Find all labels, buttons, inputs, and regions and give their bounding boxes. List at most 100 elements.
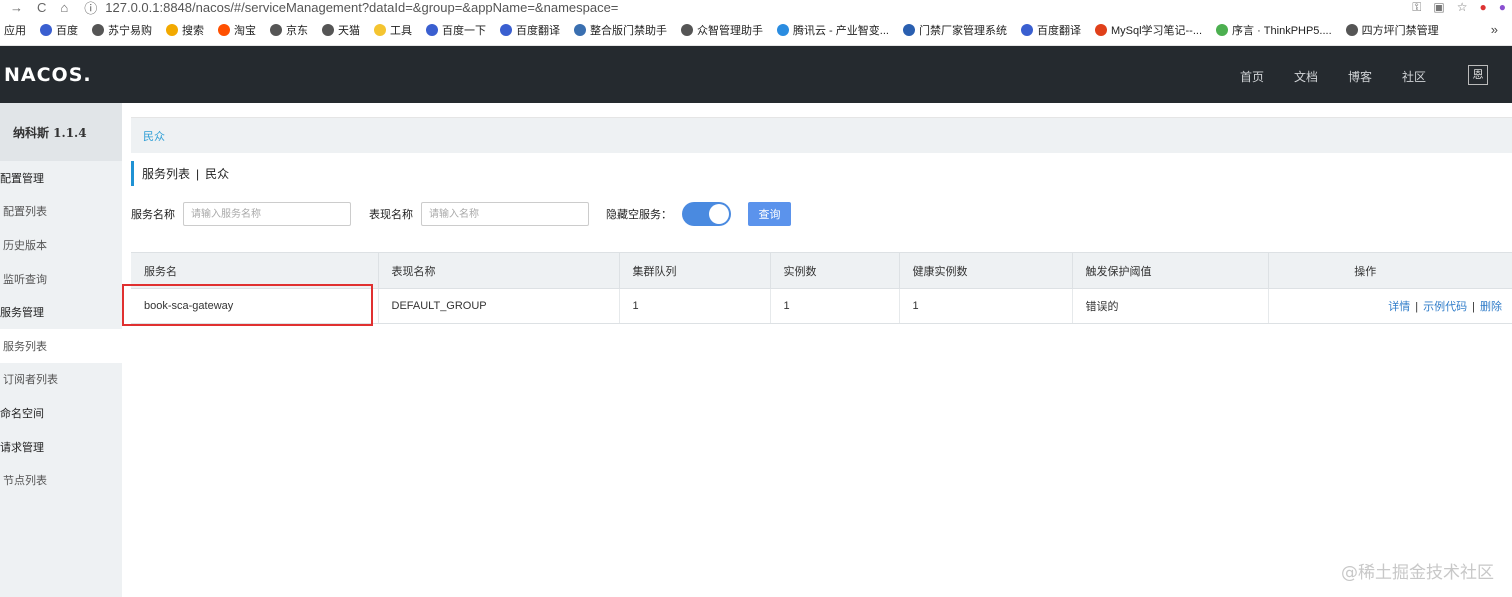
browser-toolbar-icons: ⚿ ▣ ☆ ● ● xyxy=(1412,0,1506,15)
sidebar-item[interactable]: 历史版本 xyxy=(0,228,122,262)
bookmark-icon xyxy=(166,24,178,36)
back-arrow-icon[interactable]: → xyxy=(10,0,23,15)
bookmark-icon xyxy=(574,24,586,36)
column-header: 操作 xyxy=(1268,252,1512,289)
sidebar-item[interactable]: 服务列表 xyxy=(0,328,122,363)
page-title-namespace: 民众 xyxy=(205,167,230,181)
bookmark-label: 苏宁易购 xyxy=(108,25,152,37)
namespace-link[interactable]: 民众 xyxy=(143,128,165,144)
column-header: 健康实例数 xyxy=(899,252,1073,289)
operations-cell: 详情 | 示例代码 | 删除 xyxy=(1268,288,1512,324)
nav-docs[interactable]: 文档 xyxy=(1294,68,1318,85)
sidebar-item[interactable]: 监听查询 xyxy=(0,262,122,296)
group-name-input[interactable] xyxy=(421,202,589,226)
bookmark-item[interactable]: 搜索 xyxy=(166,22,204,38)
bookmark-icon xyxy=(1020,24,1033,36)
page-title-text: 服务列表 xyxy=(142,167,191,181)
bookmark-label: 淘宝 xyxy=(234,25,256,37)
extension-icon[interactable]: ● xyxy=(1480,0,1487,15)
bookmark-item[interactable]: 百度 xyxy=(40,22,78,38)
bookmark-icon xyxy=(1094,24,1107,36)
bookmark-label: 京东 xyxy=(286,25,308,37)
page-title-separator: | xyxy=(196,166,200,181)
bookmark-item[interactable]: 应用 xyxy=(4,22,26,38)
bookmark-label: 腾讯云 - 产业智变... xyxy=(793,25,889,37)
nav-community[interactable]: 社区 xyxy=(1402,68,1426,85)
bookmark-icon xyxy=(374,24,386,36)
bookmark-item[interactable]: 工具 xyxy=(374,22,412,38)
bookmark-item[interactable]: 天猫 xyxy=(322,22,360,38)
bookmark-label: 百度一下 xyxy=(442,25,486,37)
nacos-logo[interactable]: NACOS. xyxy=(4,64,92,86)
group-cell: DEFAULT_GROUP xyxy=(378,288,620,324)
cluster-count-cell: 1 xyxy=(619,288,771,324)
instance-count-cell: 1 xyxy=(770,288,900,324)
bookmark-item[interactable]: 腾讯云 - 产业智变... xyxy=(777,22,889,38)
toggle-knob xyxy=(709,204,729,224)
translate-icon[interactable]: ▣ xyxy=(1433,0,1444,15)
query-button[interactable]: 查询 xyxy=(748,202,791,226)
threshold-cell: 错误的 xyxy=(1072,288,1269,324)
bookmark-icon xyxy=(902,24,915,36)
bookmark-item[interactable]: 百度翻译 xyxy=(500,22,560,38)
bookmark-icon xyxy=(40,24,52,36)
bookmark-item[interactable]: 四方坪门禁管理 xyxy=(1345,22,1439,38)
column-header: 集群队列 xyxy=(619,252,771,289)
sidebar-item[interactable]: 请求管理 xyxy=(0,430,122,464)
bookmarks-more-icon[interactable]: » xyxy=(1491,22,1498,37)
url-field[interactable]: ⓘ 127.0.0.1:8848/nacos/#/serviceManageme… xyxy=(84,0,618,15)
bookmark-item[interactable]: 苏宁易购 xyxy=(92,22,152,38)
bookmark-label: 百度 xyxy=(56,25,78,37)
bookmark-label: 百度翻译 xyxy=(516,25,560,37)
bookmark-item[interactable]: 序言 · ThinkPHP5.... xyxy=(1216,22,1332,38)
namespace-bar: 民众 xyxy=(131,117,1512,153)
sidebar-item[interactable]: 订阅者列表 xyxy=(0,363,122,397)
sidebar-item[interactable]: 配置管理 xyxy=(0,161,122,195)
hide-empty-toggle[interactable] xyxy=(682,202,731,226)
bookmark-label: 搜索 xyxy=(182,25,204,37)
sidebar-item[interactable]: 命名空间 xyxy=(0,396,122,430)
bookmark-item[interactable]: 众智管理助手 xyxy=(681,22,763,38)
bookmarks-bar: 应用 百度 苏宁易购 搜索 淘宝 京东 天猫 工具 百度一下 百度翻译 整合版门禁助手 众智管理助手 腾… xyxy=(0,15,1512,46)
bookmark-label: 应用 xyxy=(4,25,26,37)
delete-link[interactable]: 删除 xyxy=(1480,301,1502,313)
column-header: 触发保护阈值 xyxy=(1072,252,1269,289)
service-name-label: 服务名称 xyxy=(131,209,175,221)
sidebar-item[interactable]: 配置列表 xyxy=(0,195,122,229)
nav-blog[interactable]: 博客 xyxy=(1348,68,1372,85)
group-name-label: 表现名称 xyxy=(369,209,413,221)
bookmark-item[interactable]: 门禁厂家管理系统 xyxy=(902,22,1007,38)
bookmark-label: 四方坪门禁管理 xyxy=(1361,25,1439,37)
extension-icon[interactable]: ● xyxy=(1499,0,1506,15)
bookmark-item[interactable]: 京东 xyxy=(270,22,308,38)
bookmark-icon xyxy=(92,24,104,36)
bookmark-item[interactable]: 百度翻译 xyxy=(1020,22,1081,38)
details-link[interactable]: 详情 xyxy=(1388,301,1410,313)
bookmark-label: 门禁厂家管理系统 xyxy=(918,25,1007,37)
column-header: 表现名称 xyxy=(378,252,620,289)
sidebar-item[interactable]: 服务管理 xyxy=(0,295,122,329)
sample-code-link[interactable]: 示例代码 xyxy=(1423,301,1467,313)
language-toggle-button[interactable]: 恩 xyxy=(1468,65,1488,85)
healthy-count-cell: 1 xyxy=(899,288,1073,324)
bookmark-item[interactable]: 整合版门禁助手 xyxy=(574,22,667,38)
sidebar-item[interactable]: 节点列表 xyxy=(0,463,122,497)
key-icon[interactable]: ⚿ xyxy=(1412,0,1421,15)
bookmark-item[interactable]: 淘宝 xyxy=(218,22,256,38)
nav-home[interactable]: 首页 xyxy=(1240,68,1264,85)
info-icon[interactable]: ⓘ xyxy=(84,0,97,15)
bookmark-icon xyxy=(426,24,438,36)
star-icon[interactable]: ☆ xyxy=(1457,0,1468,15)
bookmark-item[interactable]: MySql学习笔记--... xyxy=(1094,22,1202,38)
browser-nav: → C ⌂ xyxy=(0,0,68,15)
service-name-input[interactable] xyxy=(183,202,351,226)
bookmark-icon xyxy=(777,24,789,36)
bookmark-icon xyxy=(1216,24,1229,36)
bookmark-label: 序言 · ThinkPHP5.... xyxy=(1232,25,1332,37)
bookmark-label: 整合版门禁助手 xyxy=(590,25,667,37)
bookmark-item[interactable]: 百度一下 xyxy=(426,22,486,38)
url-text: 127.0.0.1:8848/nacos/#/serviceManagement… xyxy=(105,0,619,15)
home-icon[interactable]: ⌂ xyxy=(60,0,68,15)
bookmark-icon xyxy=(681,24,693,36)
reload-icon[interactable]: C xyxy=(37,0,46,15)
